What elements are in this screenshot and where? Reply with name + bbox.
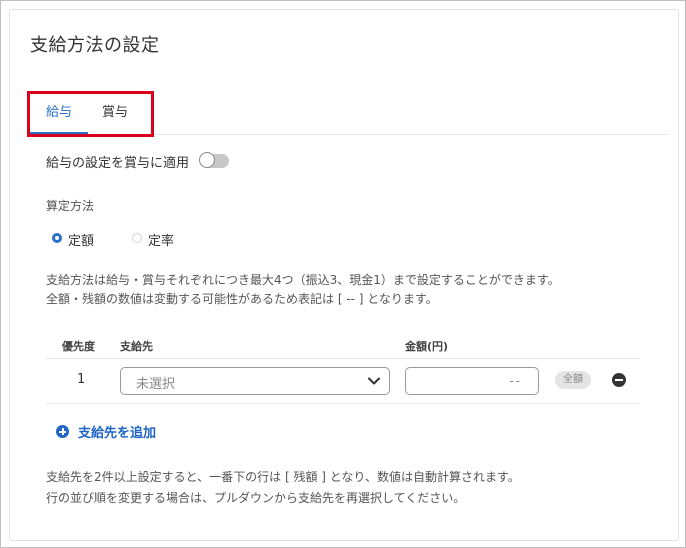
radio-unchecked-icon bbox=[132, 233, 142, 243]
radio-fixed-rate-label: 定率 bbox=[148, 234, 175, 249]
radio-checked-icon bbox=[52, 233, 62, 243]
description-line-2: 全額・残額の数値は変動する可能性があるため表記は [ -- ] となります。 bbox=[46, 292, 438, 306]
apply-to-bonus-toggle[interactable] bbox=[199, 152, 229, 168]
chevron-down-icon bbox=[368, 377, 380, 385]
tab-highlight-box bbox=[27, 91, 154, 137]
apply-to-bonus-label: 給与の設定を賞与に適用 bbox=[46, 156, 190, 171]
calc-method-label: 算定方法 bbox=[46, 199, 95, 213]
note-line-2: 行の並び順を変更する場合は、プルダウンから支給先を再選択してください。 bbox=[46, 491, 466, 505]
header-amount: 金額(円) bbox=[405, 340, 449, 353]
full-amount-badge: 全額 bbox=[555, 371, 591, 389]
add-destination-label: 支給先を追加 bbox=[78, 426, 157, 441]
description-line-1: 支給方法は給与・賞与それぞれにつき最大4つ（振込3、現金1）まで設定することがで… bbox=[46, 273, 560, 287]
table-row-divider bbox=[46, 403, 640, 404]
note-line-1: 支給先を2件以上設定すると、一番下の行は [ 残額 ] となり、数値は自動計算さ… bbox=[46, 470, 520, 484]
destination-placeholder: 未選択 bbox=[136, 377, 176, 392]
header-destination: 支給先 bbox=[120, 340, 153, 353]
amount-input[interactable]: -- bbox=[405, 367, 539, 395]
settings-card: 支給方法の設定 給与 賞与 給与の設定を賞与に適用 算定方法 定額 定率 支給方… bbox=[9, 9, 679, 541]
remove-row-icon[interactable] bbox=[612, 373, 626, 387]
page-title: 支給方法の設定 bbox=[30, 35, 160, 56]
header-priority: 優先度 bbox=[62, 340, 95, 353]
amount-placeholder: -- bbox=[509, 374, 522, 388]
toggle-knob bbox=[199, 152, 215, 168]
row-priority: 1 bbox=[77, 372, 86, 387]
destination-select[interactable]: 未選択 bbox=[120, 367, 390, 395]
plus-circle-icon bbox=[56, 425, 69, 438]
screenshot-frame: 支給方法の設定 給与 賞与 給与の設定を賞与に適用 算定方法 定額 定率 支給方… bbox=[0, 0, 686, 548]
table-header-divider bbox=[46, 358, 640, 359]
radio-fixed-amount-label: 定額 bbox=[68, 234, 95, 249]
